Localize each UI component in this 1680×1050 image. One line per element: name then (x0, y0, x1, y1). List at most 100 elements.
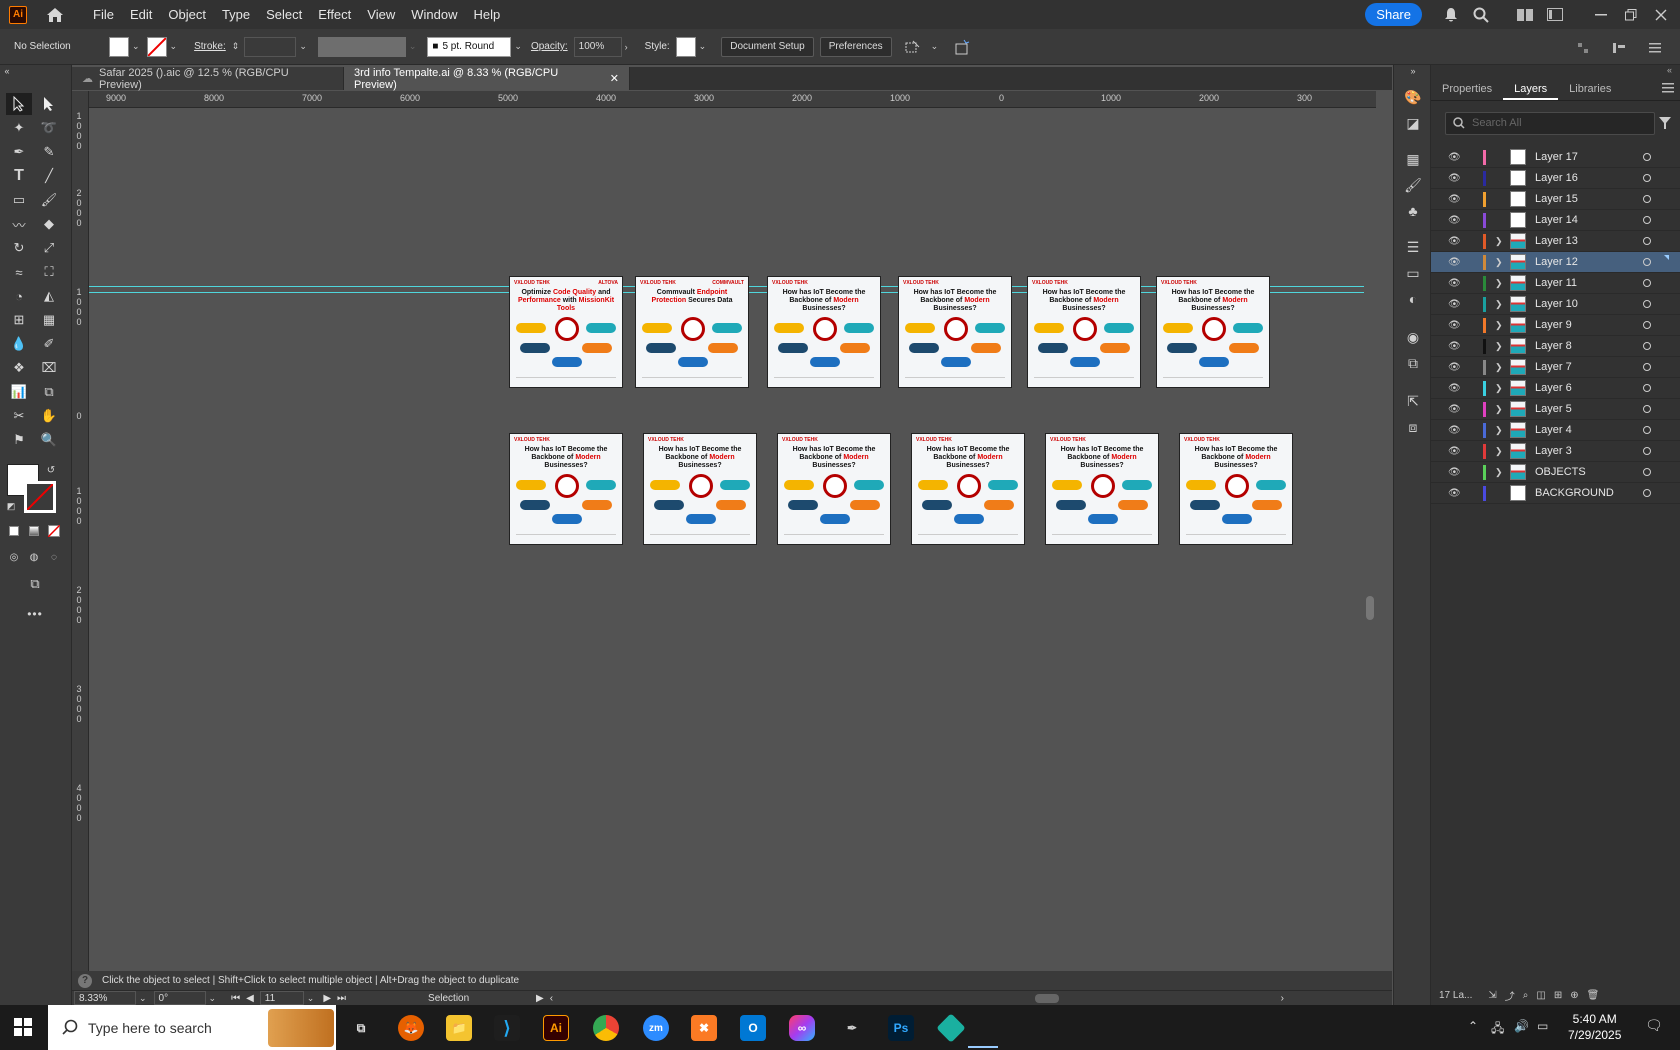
panel-menu-icon[interactable] (1662, 83, 1674, 96)
brushes-icon[interactable]: 🖌 (1403, 175, 1423, 195)
brush-definition[interactable]: ■ 5 pt. Round (427, 36, 512, 57)
scroll-right-icon[interactable]: › (1281, 993, 1284, 1004)
expand-arrow-icon[interactable]: ❯ (1495, 383, 1503, 394)
chevron-down-icon[interactable]: ⌄ (299, 41, 307, 52)
clock[interactable]: 5:40 AM 7/29/2025 (1568, 1011, 1621, 1043)
appearance-icon[interactable]: ◉ (1403, 327, 1423, 347)
measure-icon[interactable]: ✐ (36, 333, 62, 355)
expand-arrow-icon[interactable]: ❯ (1495, 404, 1503, 415)
opacity-label[interactable]: Opacity: (531, 41, 568, 52)
selection-tool-icon[interactable] (6, 93, 32, 115)
hand-tool-icon[interactable]: ✋ (36, 405, 62, 427)
blend-tool-icon[interactable]: ❖ (6, 357, 32, 379)
target-circle-icon[interactable] (1643, 363, 1651, 371)
target-circle-icon[interactable] (1643, 489, 1651, 497)
artboards-panel-icon[interactable]: ⧈ (1403, 417, 1423, 437)
previous-artboard-icon[interactable]: ◀ (246, 993, 254, 1004)
visibility-eye-icon[interactable]: 👁 (1448, 152, 1461, 163)
visibility-eye-icon[interactable]: 👁 (1448, 467, 1461, 478)
lasso-icon[interactable]: ➰ (36, 117, 62, 139)
artboard[interactable]: VXLOUD TEHK How has IoT Become the Backbo… (1156, 276, 1270, 388)
artboard[interactable]: VXLOUD TEHK How has IoT Become the Backbo… (643, 433, 757, 545)
sound-icon[interactable]: 🔊 (1514, 1019, 1529, 1033)
target-circle-icon[interactable] (1643, 300, 1651, 308)
scroll-thumb[interactable] (1366, 596, 1374, 620)
network-icon[interactable]: 🖧 (1491, 1019, 1504, 1040)
artboard[interactable]: VXLOUD TEHK ALTOVA Optimize Code Quality a… (509, 276, 623, 388)
delete-icon[interactable]: 🗑 (1587, 990, 1600, 1001)
clipping-mask-icon[interactable]: ◫ (1536, 990, 1545, 1001)
target-circle-icon[interactable] (1643, 153, 1651, 161)
chevron-down-icon[interactable]: ⌄ (514, 41, 522, 52)
swap-colors-icon[interactable]: ↺ (44, 463, 58, 477)
expand-arrow-icon[interactable]: ❯ (1495, 425, 1503, 436)
direct-selection-tool-icon[interactable] (36, 93, 62, 115)
task-view-icon[interactable]: ⧉ (348, 1015, 374, 1041)
status-menu-icon[interactable]: ▶ (536, 993, 544, 1004)
draw-normal-icon[interactable]: ◎ (6, 549, 22, 565)
target-circle-icon[interactable] (1643, 258, 1651, 266)
chevron-down-icon[interactable]: ⌄ (132, 41, 140, 52)
target-circle-icon[interactable] (1643, 237, 1651, 245)
chevron-down-icon[interactable]: ⌄ (931, 41, 939, 52)
visibility-eye-icon[interactable]: 👁 (1448, 341, 1461, 352)
visibility-eye-icon[interactable]: 👁 (1448, 404, 1461, 415)
recolor-icon[interactable] (951, 36, 973, 58)
stepper-icon[interactable]: ⇕ (232, 41, 240, 52)
artboard[interactable]: VXLOUD TEHK How has IoT Become the Backbo… (898, 276, 1012, 388)
menu-icon[interactable] (1644, 37, 1666, 59)
draw-inside-icon[interactable]: ◌ (46, 549, 62, 565)
tab-3rd-info-template[interactable]: 3rd info Tempalte.ai @ 8.33 % (RGB/CPU P… (344, 67, 630, 91)
gradient-tool-icon[interactable]: ▦ (36, 309, 62, 331)
color-mode-icon[interactable] (6, 523, 22, 539)
artboard[interactable]: VXLOUD TEHK How has IoT Become the Backbo… (1045, 433, 1159, 545)
expand-arrow-icon[interactable]: ❯ (1495, 236, 1503, 247)
canvas[interactable]: VXLOUD TEHK ALTOVA Optimize Code Quality a… (89, 108, 1376, 971)
search-icon[interactable]: ⌕ (1523, 990, 1529, 1001)
tab-libraries[interactable]: Libraries (1558, 77, 1622, 100)
menu-effect[interactable]: Effect (310, 0, 359, 29)
shape-builder-icon[interactable]: ◔ (6, 285, 32, 307)
transform-icon[interactable] (902, 36, 924, 58)
collapse-panel-icon[interactable]: « (1667, 65, 1672, 75)
puppet-warp-icon[interactable]: ⚑ (6, 429, 32, 451)
layer-row[interactable]: 👁 ❯ Layer 6 (1431, 378, 1680, 399)
expand-arrow-icon[interactable]: ❯ (1495, 257, 1503, 268)
firefox-icon[interactable]: 🦊 (398, 1015, 424, 1041)
horizontal-ruler[interactable]: 9000 8000 7000 6000 5000 4000 3000 2000 … (88, 91, 1376, 108)
color-guide-icon[interactable]: ◪ (1403, 113, 1423, 133)
share-button[interactable]: Share (1365, 3, 1422, 26)
target-circle-icon[interactable] (1643, 279, 1651, 287)
visibility-eye-icon[interactable]: 👁 (1448, 236, 1461, 247)
windows-start-icon[interactable] (14, 1018, 32, 1039)
artboard[interactable]: VXLOUD TEHK How has IoT Become the Backbo… (509, 433, 623, 545)
document-setup-button[interactable]: Document Setup (721, 36, 814, 57)
slice-tool-icon[interactable]: ✂ (6, 405, 32, 427)
rotate-tool-icon[interactable]: ↻ (6, 237, 32, 259)
layer-row[interactable]: 👁 ❯ Layer 9 (1431, 315, 1680, 336)
scale-tool-icon[interactable]: ⤢ (36, 237, 62, 259)
layer-row[interactable]: 👁 ❯ Layer 10 (1431, 294, 1680, 315)
distribute-icon[interactable] (1608, 37, 1630, 59)
layer-row[interactable]: 👁 ❯ Layer 11 (1431, 273, 1680, 294)
bell-icon[interactable] (1440, 4, 1462, 26)
illustrator-taskbar-icon[interactable]: Ai (543, 1015, 569, 1041)
search-icon[interactable] (1470, 4, 1492, 26)
pen-tool-icon[interactable]: ✒ (6, 141, 32, 163)
target-circle-icon[interactable] (1643, 321, 1651, 329)
warp-tool-icon[interactable]: ≈ (6, 261, 32, 283)
curvature-tool-icon[interactable]: ✎ (36, 141, 62, 163)
chevron-right-icon[interactable]: › (625, 42, 628, 52)
visibility-eye-icon[interactable]: 👁 (1448, 257, 1461, 268)
new-layer-icon[interactable]: ⊕ (1570, 990, 1578, 1001)
expand-arrow-icon[interactable]: ❯ (1495, 362, 1503, 373)
preferences-button[interactable]: Preferences (819, 36, 892, 57)
expand-arrow-icon[interactable]: ❯ (1495, 320, 1503, 331)
graph-tool-icon[interactable]: 📊 (6, 381, 32, 403)
gradient-panel-icon[interactable]: ▭ (1403, 263, 1423, 283)
symbol-sprayer-icon[interactable]: ⌧ (36, 357, 62, 379)
draw-behind-icon[interactable]: ◍ (26, 549, 42, 565)
layer-row[interactable]: 👁 ❯ Layer 13 (1431, 231, 1680, 252)
pen-tablet-icon[interactable]: ✒ (839, 1015, 865, 1041)
layer-row[interactable]: 👁 Layer 16 (1431, 168, 1680, 189)
